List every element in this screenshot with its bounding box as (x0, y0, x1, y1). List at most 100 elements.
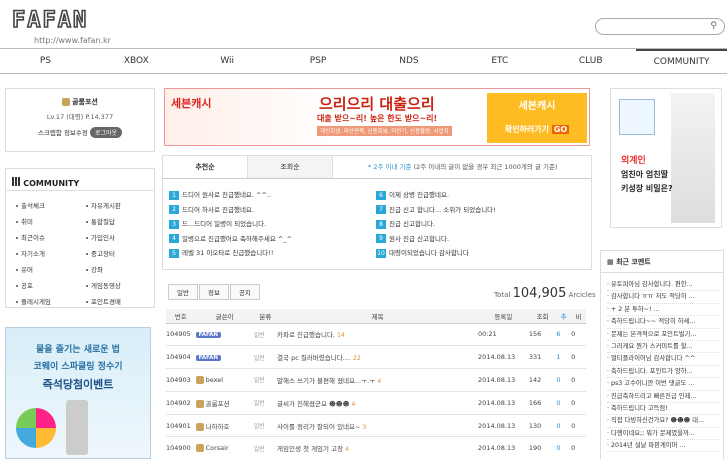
post-title[interactable]: 카파로 진급했습니다. (277, 331, 335, 339)
comment-item[interactable]: · 축하드립니다 고득점! (607, 403, 719, 416)
ad-headline: 으리으리 대출으리 (319, 95, 435, 113)
ranking-item[interactable]: 4 일병으로 진급했어요 축하해주세요 ^_^ (169, 232, 369, 247)
nav-club[interactable]: CLUB (545, 49, 636, 73)
community-item[interactable]: 자유게시판 (86, 200, 156, 210)
author-badge[interactable]: FAFAN (195, 332, 221, 339)
community-item[interactable]: 중고장터 (86, 248, 156, 258)
tab-recommend[interactable]: 추천순 (163, 156, 248, 178)
nav-community[interactable]: COMMUNITY (636, 49, 727, 73)
comment-item[interactable]: · 멀티플라이어님 감사합니다 ^^ (607, 353, 719, 366)
community-item[interactable]: 출석체크 (16, 200, 86, 210)
comment-item[interactable]: · 다행이네요;; 뭐가 문제였을까... (607, 428, 719, 441)
post-title[interactable]: 글씨가 진해졌군요 ☻☻☻ (277, 400, 349, 408)
post-title[interactable]: 말해스 쓰기가 불편해 졌네요...ㅜ.ㅜ (277, 377, 375, 385)
comment-count: 3 (362, 423, 367, 431)
ranking-item[interactable]: 7 진급 신고 합니다... 소위가 되었습니다! (376, 203, 586, 218)
author-name[interactable]: 나하하호 (206, 423, 230, 431)
community-item[interactable]: 통합질답 (86, 216, 156, 226)
comment-item[interactable]: · 그러게요 뭔가 스커미트를 할... (607, 341, 719, 354)
comment-icon: ▦ (607, 258, 614, 266)
ranking-panel: 추천순 조회순 * 2주 이내 기준 (2주 이내의 글이 없을 경우 최근 1… (162, 155, 592, 270)
community-item[interactable]: 취미 (16, 216, 86, 226)
search-input[interactable]: ⚲ (595, 18, 725, 35)
author-name[interactable]: Corsair (206, 444, 229, 452)
community-item[interactable]: 강좌 (86, 264, 156, 274)
nav-ps[interactable]: PS (0, 49, 91, 73)
level-icon (195, 422, 204, 431)
author-name[interactable]: bexel (206, 376, 223, 384)
nav-etc[interactable]: ETC (454, 49, 545, 73)
loan-ad-banner[interactable]: 세븐캐시 으리으리 대출으리 대출 받으~리! 높은 한도 받으~리! 개인회생… (164, 88, 590, 146)
logout-button[interactable]: 로그아웃 (89, 127, 123, 138)
user-level-icon (62, 98, 71, 106)
community-item[interactable]: 플레시게임 (16, 296, 86, 306)
comment-item[interactable]: · 축하드립니다. 포인트가 양하... (607, 366, 719, 379)
comment-item[interactable]: · 2014년 설날 파판게이머 ... (607, 440, 719, 453)
site-logo[interactable]: FAFAN (11, 9, 88, 33)
community-item[interactable]: 자기소개 (16, 248, 86, 258)
cat-notice[interactable]: 공지 (229, 284, 260, 300)
water-purifier-image (66, 400, 88, 455)
ad-go-button[interactable]: GO (551, 125, 570, 134)
col-header: 등록일 (478, 309, 529, 324)
comment-item[interactable]: · 직접 다빙하신건가요? ☻☻☻ 대... (607, 415, 719, 428)
author-badge[interactable]: FAFAN (195, 355, 221, 362)
community-item[interactable]: 게임동영상 (86, 280, 156, 290)
post-title[interactable]: 사이를 정리가 잘되어 있네요~ (277, 423, 360, 431)
community-item[interactable]: 최근이슈 (16, 232, 86, 242)
comment-item[interactable]: · 진급축하드리고 빠른진급 인제... (607, 391, 719, 403)
nav-psp[interactable]: PSP (273, 49, 364, 73)
user-name: 골룸포션 (72, 98, 98, 106)
community-item[interactable]: 가입인사 (86, 232, 156, 242)
ranking-item[interactable]: 10 대령이되었습니다 감사합니다 (376, 246, 586, 261)
nav-wii[interactable]: Wii (182, 49, 273, 73)
comment-item[interactable]: · 감사합니다 ㅠㅠ 저도 적당히 ... (607, 291, 719, 304)
col-header: 추 (556, 309, 572, 324)
cat-general[interactable]: 일반 (168, 284, 198, 300)
cat-info[interactable]: 정보 (198, 284, 229, 300)
edit-profile-link[interactable]: 정보수정 (64, 129, 88, 137)
comment-item[interactable]: · 축하드립니다~~ 적당히 하세... (607, 316, 719, 329)
community-item[interactable]: 유머 (16, 264, 86, 274)
post-title[interactable]: 게임인생 첫 게임기 고장 (277, 445, 343, 453)
growth-ad-banner[interactable]: 외계인 엄친아 엄친딸 키성장 비밀은? (610, 88, 722, 228)
ranking-list-right: 6 이제 상병 진급했네요. 7 진급 신고 합니다... 소위가 되었습니다! 8… (376, 188, 586, 261)
ranking-item[interactable]: 3 드...드디어 일병이 되었습니다. (169, 217, 369, 232)
scrap-link[interactable]: 스크랩함 (38, 129, 62, 137)
comment-item[interactable]: · 유토피아님 감사합니다. 편한... (607, 279, 719, 292)
community-item[interactable]: 공포 (16, 280, 86, 290)
recent-comments-panel: ▦ 최근 코멘트 · 유토피아님 감사합니다. 편한... · 감사합니다 ㅠㅠ… (600, 250, 724, 459)
author-name[interactable]: 골룸포션 (206, 400, 230, 408)
ad-side-brand: 세븐캐시 (518, 101, 556, 112)
ranking-item[interactable]: 1 드디어 원사로 진급했네요. ^^.. (169, 188, 369, 203)
nav-nds[interactable]: NDS (364, 49, 455, 73)
table-row[interactable]: 104904 FAFAN 일반 결국 pc 질러버렸습니다.... 22 2014.08… (166, 345, 586, 370)
table-row[interactable]: 104901 나하하호 일반 사이를 정리가 잘되어 있네요~ 3 2014.08.13… (166, 414, 586, 438)
comment-item[interactable]: · ps3 고수이니깐 이번 댓글도 ... (607, 378, 719, 391)
table-row[interactable]: 104900 Corsair 일반 게임인생 첫 게임기 고장 4 2014.08.13… (166, 436, 586, 459)
ranking-item[interactable]: 8 진급 신고합니다. (376, 217, 586, 232)
ranking-item[interactable]: 6 이제 상병 진급했네요. (376, 188, 586, 203)
comment-count: 4 (345, 446, 349, 454)
community-item[interactable]: 포인트경매 (86, 296, 156, 306)
coway-ad-banner[interactable]: 물을 즐기는 새로운 법 코웨이 스파클링 정수기 즉석당첨이벤트 (5, 327, 151, 459)
community-menu: 출석체크 자유게시판 취미 통합질답 최근이슈 가입인사 자기소개 중고장터 유… (6, 191, 154, 306)
nav-xbox[interactable]: XBOX (91, 49, 182, 73)
ranking-item[interactable]: 2 드디어 하사로 진급했네요. (169, 203, 369, 218)
table-row[interactable]: 104903 bexel 일반 말해스 쓰기가 불편해 졌네요...ㅜ.ㅜ 4 2014… (166, 368, 586, 392)
search-icon[interactable]: ⚲ (710, 21, 717, 31)
comment-item[interactable]: · 문제는 본격적으로 포인트벌기... (607, 329, 719, 341)
tab-views[interactable]: 조회순 (248, 156, 333, 178)
ranking-item[interactable]: 5 레벨 31 이오타로 진급했습니다!! (169, 246, 369, 261)
table-row[interactable]: 104902 골룸포션 일반 글씨가 진해졌군요 ☻☻☻ 4 2014.08.13 166… (166, 391, 586, 415)
community-panel: COMMUNITY 출석체크 자유게시판 취미 통합질답 최근이슈 가입인사 자… (5, 168, 155, 308)
post-title[interactable]: 결국 pc 질러버렸습니다.... (277, 354, 351, 362)
ad-text: 물을 즐기는 새로운 법 (36, 345, 120, 355)
ad-people-image (671, 93, 715, 223)
site-url: http://www.fafan.kr (34, 36, 111, 45)
ranking-item[interactable]: 9 원사 진급 신고합니다. (376, 232, 586, 247)
user-panel: 골룸포션 Lv.17 (대령) P.14,377 스크랩함 정보수정 로그아웃 (5, 88, 155, 152)
comment-item[interactable]: · + 2 분 투하~! ... (607, 304, 719, 317)
table-row[interactable]: 104905 FAFAN 일반 카파로 진급했습니다. 14 00:21 156 6 0 (166, 323, 586, 347)
ranking-list-left: 1 드디어 원사로 진급했네요. ^^.. 2 드디어 하사로 진급했네요. 3 드.… (169, 188, 369, 261)
